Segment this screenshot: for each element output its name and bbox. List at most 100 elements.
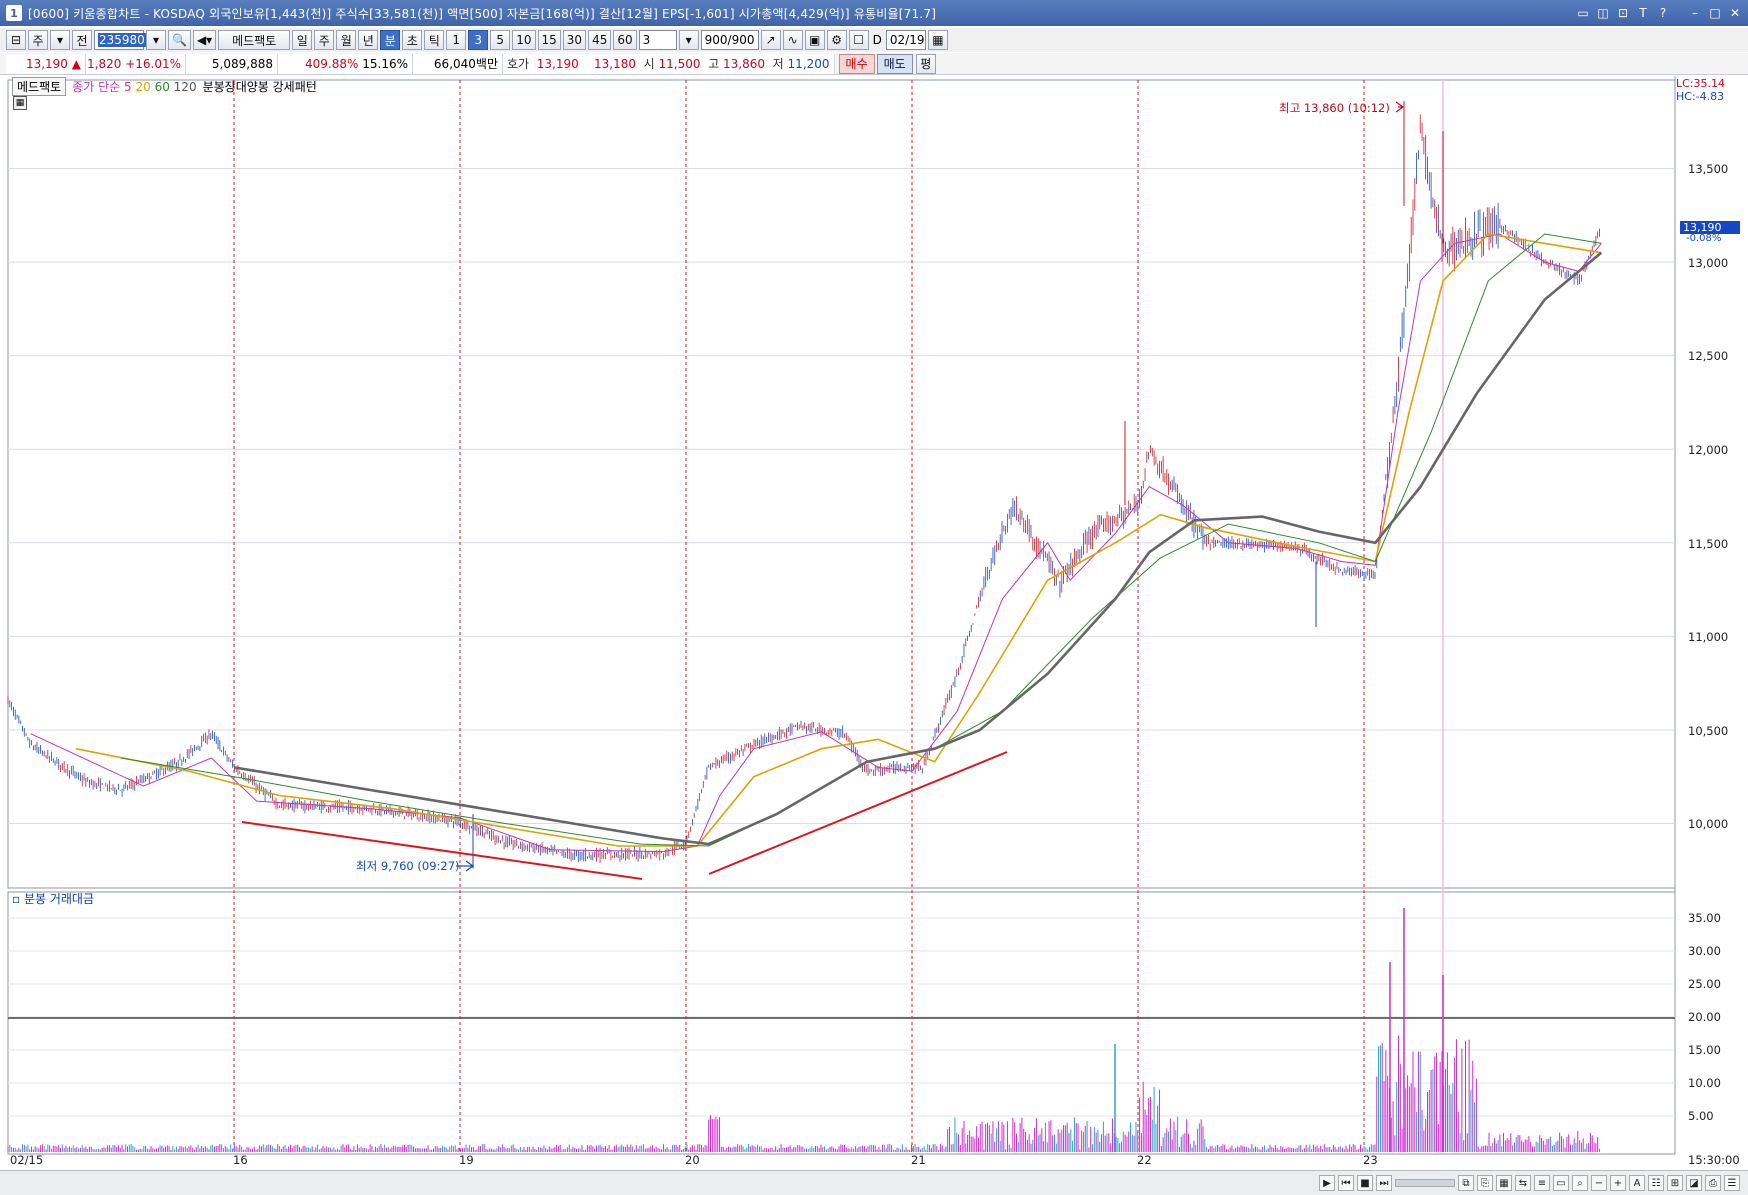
x-tick-label: 19 bbox=[459, 1153, 474, 1167]
minute-10[interactable]: 10 bbox=[512, 30, 536, 50]
maximize-icon[interactable]: □ bbox=[1706, 4, 1724, 22]
scroll-last-icon[interactable]: ⏭ bbox=[1376, 1175, 1392, 1191]
sound-icon[interactable]: ◀▾ bbox=[192, 30, 217, 50]
layout-icon[interactable]: ⊟ bbox=[6, 30, 26, 50]
date-checkbox[interactable]: ☐ bbox=[848, 30, 869, 50]
close-icon[interactable]: ✕ bbox=[1726, 4, 1744, 22]
legend-ma-label: 종가 단순 bbox=[72, 79, 121, 94]
zoom-out-icon[interactable]: − bbox=[1591, 1175, 1607, 1191]
high-annotation: 최고 13,860 (10:12) bbox=[1279, 101, 1390, 115]
restore-icon[interactable]: ▭ bbox=[1574, 4, 1592, 22]
x-tick-label: 23 bbox=[1363, 1153, 1378, 1167]
compare-icon[interactable]: ⧉ bbox=[1458, 1175, 1474, 1191]
indicator-button[interactable]: 메드팩토 bbox=[218, 30, 291, 50]
volume-panel-title: ▫ 분봉 거래대금 bbox=[12, 892, 95, 906]
menu-icon[interactable]: ☰ bbox=[1724, 1175, 1740, 1191]
count-input[interactable]: 900/900 bbox=[700, 30, 759, 50]
settings-icon[interactable]: ▦ bbox=[13, 96, 27, 110]
minute-3[interactable]: 3 bbox=[468, 30, 489, 50]
indicator-icon[interactable]: ⊞ bbox=[1667, 1175, 1683, 1191]
tab-minute[interactable]: 분 bbox=[380, 30, 401, 50]
scrollbar[interactable] bbox=[1395, 1179, 1455, 1187]
sell-button[interactable]: 매도 bbox=[876, 53, 913, 74]
save-icon[interactable]: ▣ bbox=[804, 30, 825, 50]
average-button[interactable]: 평 bbox=[915, 53, 936, 74]
stop-icon[interactable]: ■ bbox=[1357, 1175, 1373, 1191]
buy-button[interactable]: 매수 bbox=[838, 53, 875, 74]
market-dropdown-icon[interactable]: ▾ bbox=[50, 30, 70, 50]
font-icon[interactable]: T bbox=[1634, 4, 1652, 22]
code-value: 235980 bbox=[98, 33, 146, 47]
minute-45[interactable]: 45 bbox=[588, 30, 612, 50]
table-icon[interactable]: ☷ bbox=[1648, 1175, 1664, 1191]
text-tool-icon[interactable]: A bbox=[1629, 1175, 1645, 1191]
print-icon[interactable]: ⎙ bbox=[1705, 1175, 1721, 1191]
volume-tick-label: 5.00 bbox=[1688, 1109, 1714, 1123]
window-icon[interactable]: 1 bbox=[6, 5, 22, 21]
lc-label: LC:35.14 bbox=[1676, 77, 1726, 90]
line-tool-icon[interactable]: ∿ bbox=[782, 30, 803, 50]
all-button[interactable]: 전 bbox=[72, 30, 92, 50]
change-value: 1,820 bbox=[87, 56, 122, 71]
custom-minute-input[interactable]: 3 bbox=[638, 30, 677, 50]
minimize-icon[interactable]: – bbox=[1686, 4, 1704, 22]
zoom-in-icon[interactable]: + bbox=[1610, 1175, 1626, 1191]
code-dropdown-icon[interactable]: ▾ bbox=[146, 30, 166, 50]
zoom-icon[interactable]: ⌕ bbox=[1572, 1175, 1588, 1191]
legend-ma5: 5 bbox=[123, 79, 132, 94]
date-input[interactable]: 02/19 bbox=[885, 30, 926, 50]
chart-area[interactable] bbox=[0, 76, 1748, 1170]
current-price: 13,190 ▲ bbox=[6, 53, 86, 74]
change: 1,820 +16.01% bbox=[86, 53, 186, 74]
tab-second[interactable]: 초 bbox=[402, 30, 423, 50]
list-icon[interactable]: ≡ bbox=[1534, 1175, 1550, 1191]
y-tick-label: 12,500 bbox=[1688, 349, 1729, 363]
legend-stock-tab[interactable]: 메드팩토 bbox=[12, 76, 67, 96]
change-pct: +16.01% bbox=[125, 56, 181, 71]
price-value: 13,190 bbox=[25, 56, 68, 71]
minute-1[interactable]: 1 bbox=[446, 30, 467, 50]
tab-month[interactable]: 월 bbox=[336, 30, 357, 50]
split-icon[interactable]: ⇆ bbox=[1515, 1175, 1531, 1191]
low-annotation: 최저 9,760 (09:27) bbox=[356, 859, 460, 873]
minute-60[interactable]: 60 bbox=[613, 30, 637, 50]
tab-week[interactable]: 주 bbox=[314, 30, 335, 50]
volume: 5,089,888 bbox=[186, 53, 278, 74]
grid-icon[interactable]: ▦ bbox=[1496, 1175, 1512, 1191]
drawing-tool-icon[interactable]: ↗ bbox=[760, 30, 781, 50]
minute-15[interactable]: 15 bbox=[537, 30, 561, 50]
copy-icon[interactable]: ⎘ bbox=[1477, 1175, 1493, 1191]
ask-value: 13,190 bbox=[536, 56, 579, 71]
tile-icon[interactable]: ◫ bbox=[1594, 4, 1612, 22]
tab-day[interactable]: 일 bbox=[292, 30, 313, 50]
help-icon[interactable]: ? bbox=[1654, 4, 1672, 22]
quote-detail: 호가 13,190 13,180 시 11,500 고 13,860 저 11,… bbox=[503, 53, 835, 74]
volume-ratio-value: 409.88% bbox=[305, 56, 359, 71]
gear-icon[interactable]: ⚙ bbox=[826, 30, 847, 50]
quote-bar: 13,190 ▲ 1,820 +16.01% 5,089,888 409.88%… bbox=[0, 53, 1748, 75]
search-icon[interactable]: 🔍 bbox=[168, 30, 191, 50]
minute-30[interactable]: 30 bbox=[562, 30, 587, 50]
tab-year[interactable]: 년 bbox=[358, 30, 379, 50]
legend-pattern: 분봉장대양봉 강세패턴 bbox=[202, 79, 317, 94]
pin-icon[interactable]: ⊡ bbox=[1614, 4, 1632, 22]
y-tick-label: 10,500 bbox=[1688, 724, 1729, 738]
scroll-next-icon[interactable]: ▶ bbox=[1319, 1175, 1335, 1191]
custom-minute-dropdown-icon[interactable]: ▾ bbox=[678, 30, 699, 50]
bid-label: 호가 bbox=[507, 57, 530, 71]
minute-5[interactable]: 5 bbox=[490, 30, 511, 50]
time-label: 15:30:00 bbox=[1688, 1153, 1740, 1167]
y-tick-label: 13,500 bbox=[1688, 162, 1729, 176]
palette-icon[interactable]: ◪ bbox=[1686, 1175, 1702, 1191]
code-input[interactable]: 235980 bbox=[94, 30, 146, 50]
chart-navigation-bar: ▶ ⏮ ■ ⏭ ⧉ ⎘ ▦ ⇆ ≡ ▭ ⌕ − + A ☷ ⊞ ◪ ⎙ ☰ bbox=[0, 1170, 1748, 1195]
market-select[interactable]: 주 bbox=[28, 30, 48, 50]
x-tick-label: 20 bbox=[685, 1153, 700, 1167]
tab-tick[interactable]: 틱 bbox=[424, 30, 445, 50]
scroll-first-icon[interactable]: ⏮ bbox=[1338, 1175, 1354, 1191]
chart-canvas[interactable] bbox=[0, 76, 1748, 1170]
calendar-icon[interactable]: ▦ bbox=[927, 30, 948, 50]
hc-label: HC:-4.83 bbox=[1676, 90, 1725, 103]
window-icon-small[interactable]: ▭ bbox=[1553, 1175, 1569, 1191]
y-tick-label: 10,000 bbox=[1688, 817, 1729, 831]
